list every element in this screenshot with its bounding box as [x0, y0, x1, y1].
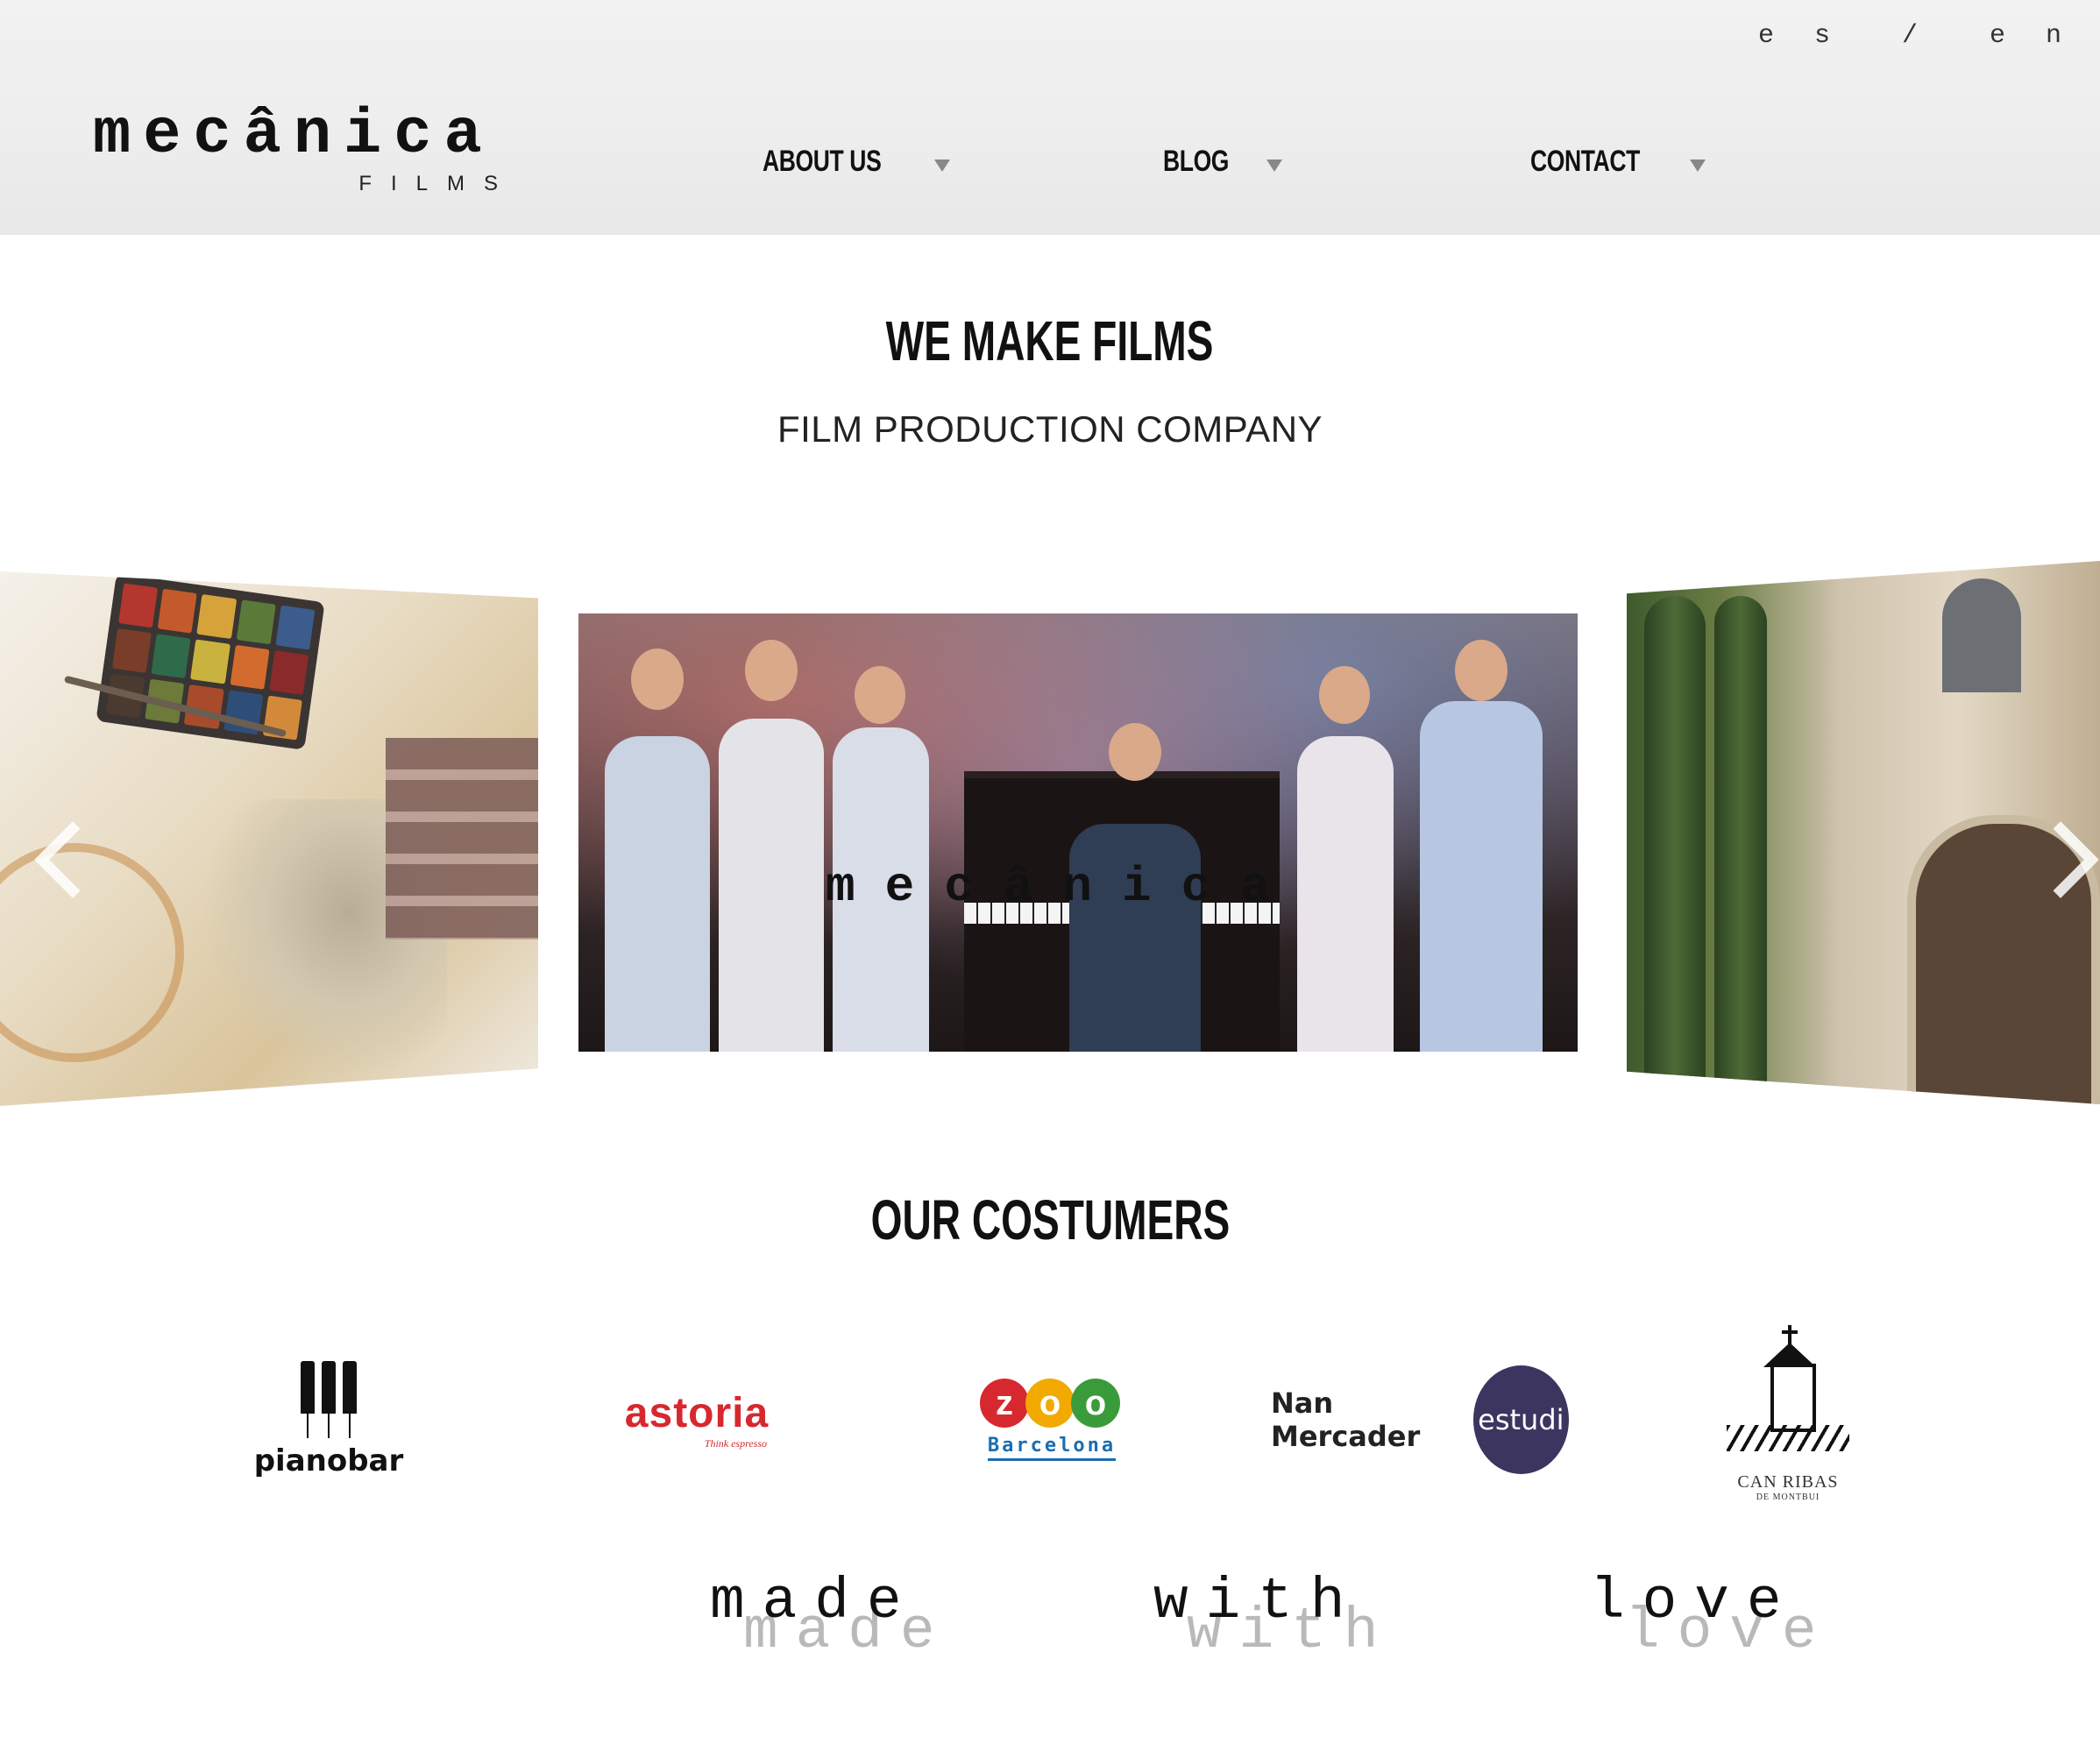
can-ribas-name: CAN RIBAS [1737, 1472, 1839, 1492]
pianobar-name: pianobar [253, 1443, 404, 1478]
nav-blog[interactable]: BLOG [1163, 145, 1283, 179]
lang-separator: / [1901, 21, 1930, 51]
musician-head [1455, 640, 1508, 701]
cypress-tree [1714, 596, 1767, 1104]
musician-head [1319, 666, 1370, 724]
musician-figure [1420, 701, 1543, 1052]
tagline-word-with: with [1153, 1569, 1363, 1634]
window-image [1942, 578, 2021, 692]
nav-contact[interactable]: CONTACT [1530, 145, 1706, 179]
nav-about-us-label: ABOUT US [763, 145, 882, 178]
hero-title: WE MAKE FILMS [0, 308, 2100, 373]
cypress-tree [1644, 596, 1706, 1104]
nav-contact-label: CONTACT [1530, 145, 1640, 178]
chevron-down-icon [933, 159, 950, 172]
site-logo[interactable]: mecânica FILMS [93, 103, 505, 196]
musician-head [631, 649, 684, 710]
chevron-down-icon [1690, 159, 1706, 172]
can-ribas-sub: DE MONTBUI [1756, 1492, 1820, 1502]
slide-band-performance[interactable]: mecânica [578, 613, 1578, 1052]
piano-keys-icon [301, 1361, 357, 1438]
zoo-letter-o: o [1071, 1379, 1120, 1428]
slide-stone-house-courtyard[interactable] [1627, 561, 2100, 1104]
chevron-down-icon [1266, 159, 1283, 172]
logo-main-text: mecânica [93, 99, 494, 171]
hero-subtitle: FILM PRODUCTION COMPANY [777, 408, 1323, 450]
lang-es-link[interactable]: e s [1758, 21, 1842, 51]
tagline-word-love: love [1590, 1569, 1799, 1634]
film-strip-image [386, 738, 538, 939]
pianist-head [1109, 723, 1161, 781]
pianist-figure [1069, 824, 1201, 1052]
slide-watermark-logo: mecânica [826, 859, 1300, 915]
lang-en-link[interactable]: e n [1990, 21, 2074, 51]
nan-estudi-badge: estudi [1472, 1365, 1569, 1474]
zoo-letters: z o o [980, 1379, 1120, 1428]
musician-figure [719, 719, 824, 1052]
page: e s / e n mecânica FILMS ABOUT US BLOG C… [0, 0, 2100, 1737]
customer-logo-can-ribas[interactable]: CAN RIBAS DE MONTBUI [1718, 1325, 1858, 1512]
zoo-letter-o: o [1025, 1379, 1075, 1428]
customers-title: OUR COSTUMERS [0, 1188, 2100, 1252]
customer-logo-zoo-barcelona[interactable]: z o o Barcelona [973, 1332, 1131, 1507]
astoria-tagline: Think espresso [704, 1437, 767, 1450]
musician-head [745, 640, 798, 701]
language-switcher: e s / e n [1758, 21, 2074, 51]
customer-logo-nan-mercader[interactable]: Nan Mercader estudi [1271, 1332, 1569, 1507]
site-header: e s / e n mecânica FILMS ABOUT US BLOG C… [0, 0, 2100, 235]
customer-logo-astoria[interactable]: astoria Think espresso [600, 1332, 793, 1507]
logo-sub-text: FILMS [358, 172, 517, 195]
tagline-word-made: made [710, 1569, 919, 1634]
customers-title-text: OUR COSTUMERS [870, 1188, 1230, 1251]
musician-figure [605, 736, 710, 1052]
zoo-city: Barcelona [987, 1435, 1117, 1461]
nan-mercader-name: Nan Mercader [1271, 1386, 1421, 1453]
musician-head [855, 666, 905, 724]
customer-logo-pianobar[interactable]: pianobar [254, 1332, 403, 1507]
zoo-letter-z: z [980, 1379, 1029, 1428]
astoria-name: astoria [624, 1390, 770, 1436]
made-with-love-tagline: made with love made with love [710, 1569, 1937, 1665]
nav-blog-label: BLOG [1163, 145, 1230, 178]
nav-about-us[interactable]: ABOUT US [763, 145, 950, 179]
hero-title-text: WE MAKE FILMS [886, 309, 1214, 372]
musician-figure [1297, 736, 1394, 1052]
church-drawing-icon [1727, 1325, 1849, 1469]
paint-box-image [96, 573, 325, 750]
